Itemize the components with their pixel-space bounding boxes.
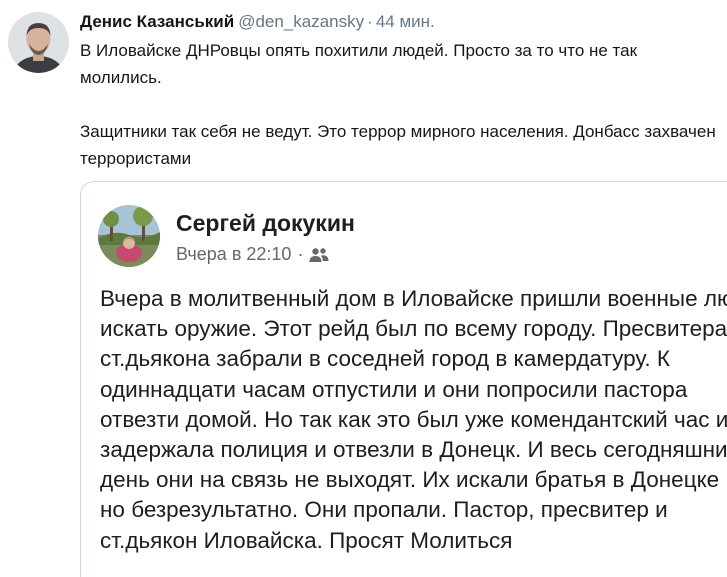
tweet-text: В Иловайске ДНРовцы опять похитили людей…: [80, 37, 720, 172]
tweet-text-paragraph-1: В Иловайске ДНРовцы опять похитили людей…: [80, 41, 638, 87]
tweet-text-paragraph-2: Защитники так себя не ведут. Это террор …: [80, 122, 716, 168]
friends-icon: [309, 247, 329, 263]
post-timestamp: Вчера в 22:10: [176, 244, 292, 264]
post-body: Вчера в молитвенный дом в Иловайске приш…: [100, 286, 727, 553]
post-meta-separator: ·: [297, 244, 304, 264]
embedded-post-screenshot[interactable]: Сергей докукин Вчера в 22:10 · Вчера в м…: [80, 181, 727, 577]
post-author-avatar: [98, 205, 160, 267]
tweet-author-name[interactable]: Денис Казанський: [80, 12, 234, 31]
post-meta: Вчера в 22:10 ·: [176, 244, 329, 265]
header-separator: ·: [367, 12, 373, 31]
tweet: Денис Казанський @den_kazansky · 44 мин. В …: [0, 0, 727, 577]
avatar-photo: [8, 12, 69, 73]
tweet-header: Денис Казанський @den_kazansky · 44 мин.: [80, 11, 435, 33]
post-avatar-photo: [98, 205, 160, 267]
author-avatar[interactable]: [8, 12, 69, 73]
post-author-name: Сергей докукин: [176, 210, 355, 236]
tweet-author-handle[interactable]: @den_kazansky: [238, 12, 364, 31]
tweet-timestamp[interactable]: 44 мин.: [376, 12, 435, 31]
